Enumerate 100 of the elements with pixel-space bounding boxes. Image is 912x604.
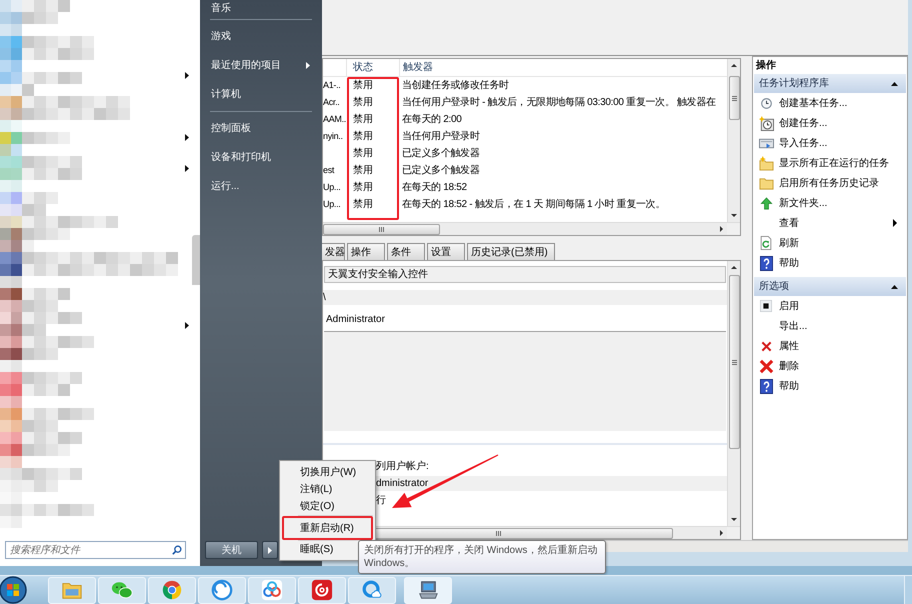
taskbar-button[interactable] — [148, 576, 196, 604]
action-item[interactable]: 导出... — [753, 316, 907, 336]
shutdown-options-button[interactable] — [262, 541, 278, 559]
swirl-square-icon — [311, 579, 333, 601]
scroll-right-icon[interactable] — [720, 530, 723, 536]
taskbar-button[interactable] — [198, 576, 246, 604]
table-cell-text: 已定义多个触发器 — [402, 146, 480, 161]
table-cell-text: A1-.. — [323, 78, 341, 92]
action-item[interactable]: 导入任务... — [753, 133, 907, 153]
author-text: Administrator — [326, 312, 385, 326]
table-cell-text: 禁用 — [353, 112, 373, 127]
action-item[interactable]: 帮助 — [753, 376, 907, 396]
table-cell-text: est — [323, 164, 334, 177]
submenu-arrow-icon — [185, 72, 189, 79]
action-item[interactable]: 属性 — [753, 336, 907, 356]
pane-title: 操作 — [756, 58, 776, 73]
taskbar-button[interactable] — [348, 576, 396, 604]
folder-star-icon — [758, 156, 774, 170]
start-menu-item[interactable]: 控制面板 — [200, 114, 322, 143]
table-cell-text: AAM.. — [323, 112, 346, 126]
swirl-circle-icon — [211, 579, 233, 601]
action-item[interactable]: 新文件夹... — [753, 193, 907, 213]
taskbar-button[interactable] — [98, 576, 146, 604]
start-menu-item[interactable]: 运行... — [200, 172, 322, 201]
taskbar-button[interactable] — [248, 576, 296, 604]
table-cell-text: 在每天的 18:52 - 触发后，在 1 天 期间每隔 1 小时 重复一次。 — [402, 198, 666, 212]
tab[interactable]: 操作 — [347, 243, 385, 260]
scrollbar-thumb[interactable] — [323, 224, 440, 234]
tab[interactable]: 条件 — [387, 243, 425, 260]
scroll-right-icon[interactable] — [720, 226, 723, 232]
column-header[interactable]: 状态 — [347, 59, 400, 76]
option-text: 行 — [376, 494, 386, 508]
scroll-up-icon[interactable] — [731, 64, 737, 67]
table-cell-text: 当任何用户登录时 - 触发后，无限期地每隔 03:30:00 重复一次。 触发器在 — [402, 96, 716, 110]
menu-item[interactable]: 注销(L) — [282, 481, 373, 498]
submenu-arrow-icon — [185, 322, 189, 329]
action-item[interactable]: 帮助 — [753, 253, 907, 273]
taskbar-button[interactable] — [298, 576, 346, 604]
table-cell-text: nyin.. — [323, 130, 343, 143]
tab[interactable]: 设置 — [427, 243, 465, 260]
action-item[interactable]: 删除 — [753, 356, 907, 376]
scroll-down-icon[interactable] — [731, 518, 737, 521]
scroll-down-icon[interactable] — [731, 214, 737, 217]
table-cell-text: 已定义多个触发器 — [402, 164, 480, 178]
action-item[interactable]: 创建基本任务... — [753, 93, 907, 113]
table-cell-text: 禁用 — [353, 180, 373, 195]
taskbar-button[interactable] — [404, 576, 452, 604]
submenu-arrow-icon — [185, 134, 189, 141]
column-header[interactable]: 触发器 — [400, 59, 727, 76]
cross-icon — [760, 340, 772, 352]
up-arrow-icon — [760, 196, 772, 210]
scrollbar-thumb[interactable] — [728, 275, 740, 449]
tooltip: 关闭所有打开的程序，关闭 Windows，然后重新启动 Windows。 — [358, 540, 606, 574]
table-cell-text: Up... — [323, 198, 341, 211]
table-cell-text: 在每天的 18:52 — [402, 181, 467, 195]
action-item[interactable]: 显示所有正在运行的任务 — [753, 153, 907, 173]
tab[interactable]: 发器 — [322, 243, 345, 260]
table-cell-text: 当创建任务或修改任务时 — [402, 78, 509, 93]
location-field[interactable]: \ — [323, 290, 727, 305]
ring-cloud-icon — [361, 579, 383, 601]
table-cell-text: 在每天的 2:00 — [402, 113, 462, 127]
description-field[interactable] — [324, 331, 726, 431]
help-icon — [760, 256, 772, 270]
submenu-arrow-icon — [185, 165, 189, 172]
caret-icon — [268, 546, 272, 554]
clock-icon — [760, 98, 772, 108]
table-cell-text: Acr.. — [323, 96, 340, 109]
label-text: 列用户帐户: — [376, 460, 429, 474]
taskbar-button[interactable] — [48, 576, 96, 604]
tab[interactable]: 历史记录(已禁用) — [467, 243, 555, 260]
chat-bubbles-icon — [111, 579, 133, 601]
search-field[interactable]: 搜索程序和文件 — [5, 541, 186, 559]
big-cross-icon — [758, 358, 774, 374]
table-cell-text: 禁用 — [353, 198, 373, 212]
action-item[interactable]: 刷新 — [753, 233, 907, 253]
refresh-icon — [759, 236, 773, 250]
action-item[interactable]: 启用所有任务历史记录 — [753, 173, 907, 193]
start-menu-item[interactable]: 计算机 — [200, 80, 322, 109]
name-field[interactable]: 天翼支付安全输入控件 — [324, 266, 726, 283]
scroll-up-icon[interactable] — [731, 266, 737, 269]
start-menu-item[interactable]: 音乐 — [200, 0, 322, 17]
menu-item[interactable]: 重新启动(R) — [282, 516, 373, 540]
user-account-field[interactable]: dministrator — [376, 476, 727, 491]
table-cell-text: 禁用 — [353, 78, 373, 93]
help-icon — [760, 378, 772, 394]
start-menu-item[interactable]: 最近使用的项目 — [200, 51, 322, 80]
square-icon — [760, 300, 772, 312]
action-item[interactable]: 创建任务... — [753, 113, 907, 133]
action-item[interactable]: 启用 — [753, 296, 907, 316]
search-icon[interactable] — [172, 545, 182, 555]
start-menu-item[interactable]: 游戏 — [200, 22, 322, 51]
menu-item[interactable]: 切换用户(W) — [282, 464, 373, 481]
cloud-rings-icon — [261, 579, 283, 601]
folder-icon — [758, 176, 774, 190]
scrollbar-thumb[interactable] — [728, 76, 740, 120]
start-menu-item[interactable]: 设备和打印机 — [200, 143, 322, 172]
menu-item[interactable]: 锁定(O) — [282, 498, 373, 515]
action-item[interactable]: 查看 — [753, 213, 907, 233]
section-header[interactable]: 任务计划程序库 — [754, 74, 906, 93]
section-header[interactable]: 所选项 — [754, 277, 906, 296]
